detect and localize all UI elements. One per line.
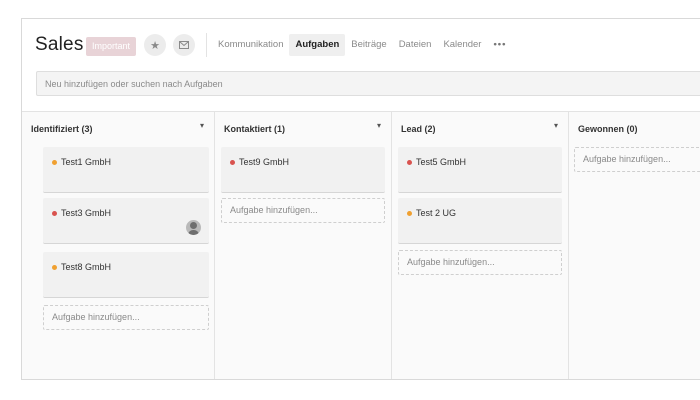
add-task-button[interactable]: Aufgabe hinzufügen... [221, 198, 385, 223]
column-header: Gewonnen (0) [569, 112, 700, 143]
task-card[interactable]: Test3 GmbH [43, 198, 209, 244]
column-kontaktiert: Kontaktiert (1) ▾ Test9 GmbH Aufgabe hin… [215, 112, 392, 379]
column-title: Lead (2) [401, 124, 436, 134]
star-button[interactable]: ★ [144, 34, 166, 56]
tab-dateien[interactable]: Dateien [393, 34, 438, 56]
column-header: Identifiziert (3) ▾ [22, 112, 214, 143]
mail-button[interactable] [173, 34, 195, 56]
task-card-title: Test1 GmbH [61, 157, 112, 167]
tab-aufgaben[interactable]: Aufgaben [289, 34, 346, 56]
column-title: Identifiziert (3) [31, 124, 93, 134]
column-menu-icon[interactable]: ▾ [377, 121, 381, 130]
header: Sales Important ★ Kommunikation Aufgaben… [22, 19, 700, 71]
column-lead: Lead (2) ▾ Test5 GmbH Test 2 UG Aufgabe … [392, 112, 569, 379]
tab-beitraege[interactable]: Beiträge [345, 34, 392, 56]
status-dot [407, 211, 412, 216]
tab-kalender[interactable]: Kalender [437, 34, 487, 56]
task-card-title: Test5 GmbH [416, 157, 467, 167]
task-card-title: Test9 GmbH [239, 157, 290, 167]
status-dot [52, 211, 57, 216]
status-dot [407, 160, 412, 165]
column-gewonnen: Gewonnen (0) Aufgabe hinzufügen... [569, 112, 700, 379]
task-card-title: Test3 GmbH [61, 208, 112, 218]
more-tabs-button[interactable]: ••• [487, 34, 512, 56]
column-title: Gewonnen (0) [578, 124, 638, 134]
column-menu-icon[interactable]: ▾ [200, 121, 204, 130]
important-badge[interactable]: Important [86, 37, 137, 56]
task-card-title: Test 2 UG [416, 208, 457, 218]
column-header: Kontaktiert (1) ▾ [215, 112, 391, 143]
task-card[interactable]: Test 2 UG [398, 198, 562, 244]
add-task-button[interactable]: Aufgabe hinzufügen... [398, 250, 562, 275]
avatar[interactable] [186, 220, 201, 235]
mail-icon [179, 41, 189, 49]
status-dot [230, 160, 235, 165]
kanban-board: Identifiziert (3) ▾ Test1 GmbH Test3 Gmb… [22, 111, 700, 379]
page-title: Sales [35, 34, 84, 55]
task-card[interactable]: Test9 GmbH [221, 147, 385, 193]
add-task-button[interactable]: Aufgabe hinzufügen... [574, 147, 700, 172]
column-title: Kontaktiert (1) [224, 124, 286, 134]
star-icon: ★ [150, 39, 160, 52]
column-identifiziert: Identifiziert (3) ▾ Test1 GmbH Test3 Gmb… [22, 112, 215, 379]
column-menu-icon[interactable]: ▾ [554, 121, 558, 130]
column-header: Lead (2) ▾ [392, 112, 568, 143]
tab-kommunikation[interactable]: Kommunikation [212, 34, 289, 56]
task-card[interactable]: Test8 GmbH [43, 252, 209, 298]
status-dot [52, 160, 57, 165]
status-dot [52, 265, 57, 270]
tab-bar: Kommunikation Aufgaben Beiträge Dateien … [212, 34, 512, 56]
task-card-title: Test8 GmbH [61, 262, 112, 272]
task-search-input[interactable] [36, 71, 700, 96]
task-card[interactable]: Test1 GmbH [43, 147, 209, 193]
app-window: Sales Important ★ Kommunikation Aufgaben… [21, 18, 700, 380]
add-task-button[interactable]: Aufgabe hinzufügen... [43, 305, 209, 330]
header-divider [206, 33, 207, 57]
task-card[interactable]: Test5 GmbH [398, 147, 562, 193]
